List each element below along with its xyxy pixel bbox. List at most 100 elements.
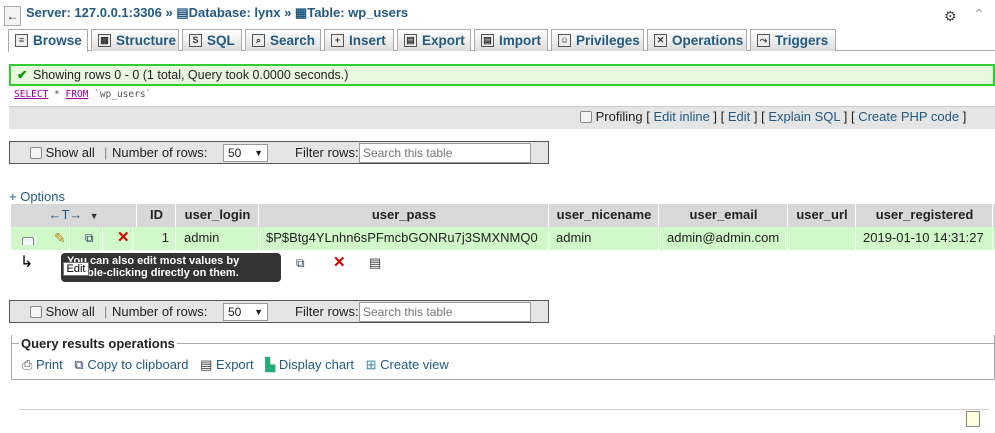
column-header-user-email[interactable]: user_email xyxy=(660,204,788,227)
breadcrumb-separator: » xyxy=(165,5,173,20)
column-header-user-nicename[interactable]: user_nicename xyxy=(550,204,659,227)
options-link[interactable]: + Options xyxy=(9,189,65,204)
tab-label: Browse xyxy=(33,33,82,48)
edit-tooltip: You can also edit most values by double-… xyxy=(61,253,281,282)
sql-table-name: `wp_users` xyxy=(88,89,152,100)
show-all-group[interactable]: Show all xyxy=(30,301,95,322)
show-all-checkbox[interactable] xyxy=(30,306,42,318)
sql-icon: S xyxy=(189,34,202,47)
column-header-user-login[interactable]: user_login xyxy=(177,204,259,227)
chevron-down-icon: ▼ xyxy=(254,148,263,158)
bulk-delete-icon[interactable]: ✕ xyxy=(333,253,346,271)
tab-structure[interactable]: ▦ Structure xyxy=(91,29,179,51)
delete-row-icon[interactable]: ✕ xyxy=(117,227,133,250)
tab-browse[interactable]: ≡ Browse xyxy=(8,29,88,52)
number-of-rows-select[interactable]: 50 ▼ xyxy=(223,144,268,162)
edit-pencil-icon[interactable]: ✎ xyxy=(54,227,70,250)
show-all-label: Show all xyxy=(45,145,95,160)
console-icon[interactable] xyxy=(966,411,980,427)
import-icon: ▤ xyxy=(481,34,494,47)
breadcrumb-server[interactable]: Server: 127.0.0.1:3306 xyxy=(26,5,162,20)
table-row: ✎ ⧉ ✕ 1 admin $P$Btg4YLnhn6sPFmcbGONRu7j… xyxy=(11,227,995,250)
browse-icon: ≡ xyxy=(15,34,28,47)
row-checkbox[interactable] xyxy=(22,237,34,245)
expand-columns-icon[interactable]: ←T→ xyxy=(48,207,82,222)
copy-clipboard-icon: ⧉ xyxy=(74,357,84,372)
number-of-rows-value: 50 xyxy=(228,146,242,160)
triggers-icon: ⤳ xyxy=(757,34,770,47)
create-view-link[interactable]: Create view xyxy=(380,357,449,372)
create-php-link[interactable]: Create PHP code xyxy=(858,109,959,124)
print-icon: ⎙ xyxy=(22,357,33,372)
number-of-rows-value: 50 xyxy=(228,305,242,319)
number-of-rows-select[interactable]: 50 ▼ xyxy=(223,303,268,321)
column-header-user-url[interactable]: user_url xyxy=(789,204,856,227)
show-all-checkbox[interactable] xyxy=(30,147,42,159)
breadcrumb: Server: 127.0.0.1:3306 » ▤Database: lynx… xyxy=(26,5,408,21)
display-chart-link[interactable]: Display chart xyxy=(279,357,354,372)
edit-inline-link[interactable]: Edit inline xyxy=(653,109,709,124)
sql-keyword-from[interactable]: FROM xyxy=(66,89,89,100)
export-link[interactable]: Export xyxy=(216,357,254,372)
column-header-id[interactable]: ID xyxy=(138,204,176,227)
bulk-copy-icon[interactable]: ⧉ xyxy=(296,256,305,271)
filter-rows-label: Filter rows: xyxy=(295,145,359,160)
explain-sql-link[interactable]: Explain SQL xyxy=(768,109,840,124)
copy-to-clipboard-link[interactable]: Copy to clipboard xyxy=(87,357,188,372)
breadcrumb-separator: » xyxy=(284,5,292,20)
sql-keyword-select[interactable]: SELECT xyxy=(14,89,48,100)
filter-rows-input[interactable]: Search this table xyxy=(359,143,531,163)
tab-bar: ≡ Browse ▦ Structure S SQL ⌕ Search + Insert … xyxy=(8,29,995,52)
insert-icon: + xyxy=(331,34,344,47)
structure-icon: ▦ xyxy=(98,34,111,47)
table-header: ←T→ ▼ ID user_login user_pass user_nicen… xyxy=(11,204,995,227)
print-link[interactable]: Print xyxy=(36,357,63,372)
show-all-group[interactable]: Show all xyxy=(30,142,95,163)
with-selected-arrow-icon: ↳ xyxy=(20,254,34,271)
column-resize-controls[interactable]: ←T→ ▼ xyxy=(11,204,137,227)
query-ops-legend: Query results operations xyxy=(19,336,177,351)
tab-privileges[interactable]: ☺ Privileges xyxy=(551,29,644,51)
sql-links: Profiling [ Edit inline ] [ Edit ] [ Exp… xyxy=(580,109,966,124)
tab-label: Import xyxy=(499,33,541,48)
bulk-export-icon[interactable]: ▤ xyxy=(369,255,381,271)
profiling-checkbox[interactable] xyxy=(580,111,592,123)
chevron-down-icon: ▼ xyxy=(254,307,263,317)
chart-icon: ▙ xyxy=(265,357,276,372)
cell-user-url[interactable] xyxy=(789,227,856,250)
back-icon[interactable]: ← xyxy=(4,6,21,26)
sort-chevron-icon[interactable]: ▼ xyxy=(90,211,99,221)
tab-label: Operations xyxy=(672,33,744,48)
message-text: Showing rows 0 - 0 (1 total, Query took … xyxy=(33,68,349,82)
column-header-user-registered[interactable]: user_registered xyxy=(857,204,993,227)
cell-id[interactable]: 1 xyxy=(138,227,176,250)
tab-label: Triggers xyxy=(775,33,829,48)
breadcrumb-database[interactable]: Database: lynx xyxy=(189,5,281,20)
edit-link[interactable]: Edit xyxy=(728,109,750,124)
tab-label: Structure xyxy=(116,33,177,48)
cell-user-pass[interactable]: $P$Btg4YLnhn6sPFmcbGONRu7j3SMXNMQ0 xyxy=(260,227,549,250)
edit-tooltip-label: Edit xyxy=(63,262,89,276)
tab-export[interactable]: ▤ Export xyxy=(397,29,471,51)
tab-search[interactable]: ⌕ Search xyxy=(245,29,321,51)
cell-user-email[interactable]: admin@admin.com xyxy=(660,227,788,250)
tab-import[interactable]: ▤ Import xyxy=(474,29,548,51)
tab-sql[interactable]: S SQL xyxy=(182,29,242,51)
tab-label: SQL xyxy=(207,33,235,48)
cell-user-nicename[interactable]: admin xyxy=(550,227,659,250)
cell-user-registered[interactable]: 2019-01-10 14:31:27 xyxy=(857,227,993,250)
cell-user-login[interactable]: admin xyxy=(177,227,259,250)
breadcrumb-table[interactable]: Table: wp_users xyxy=(307,5,408,20)
collapse-icon[interactable]: ⌃ xyxy=(973,6,985,23)
gear-icon[interactable]: ⚙ xyxy=(944,8,957,25)
copy-row-icon[interactable]: ⧉ xyxy=(85,227,103,250)
operations-icon: ✕ xyxy=(654,34,667,47)
tab-triggers[interactable]: ⤳ Triggers xyxy=(750,29,836,51)
export-icon: ▤ xyxy=(404,34,417,47)
divider: | xyxy=(104,145,108,160)
tab-insert[interactable]: + Insert xyxy=(324,29,394,51)
filter-rows-input[interactable]: Search this table xyxy=(359,302,531,322)
tab-operations[interactable]: ✕ Operations xyxy=(647,29,747,51)
number-of-rows-label: Number of rows: xyxy=(112,145,208,160)
column-header-user-pass[interactable]: user_pass xyxy=(260,204,549,227)
